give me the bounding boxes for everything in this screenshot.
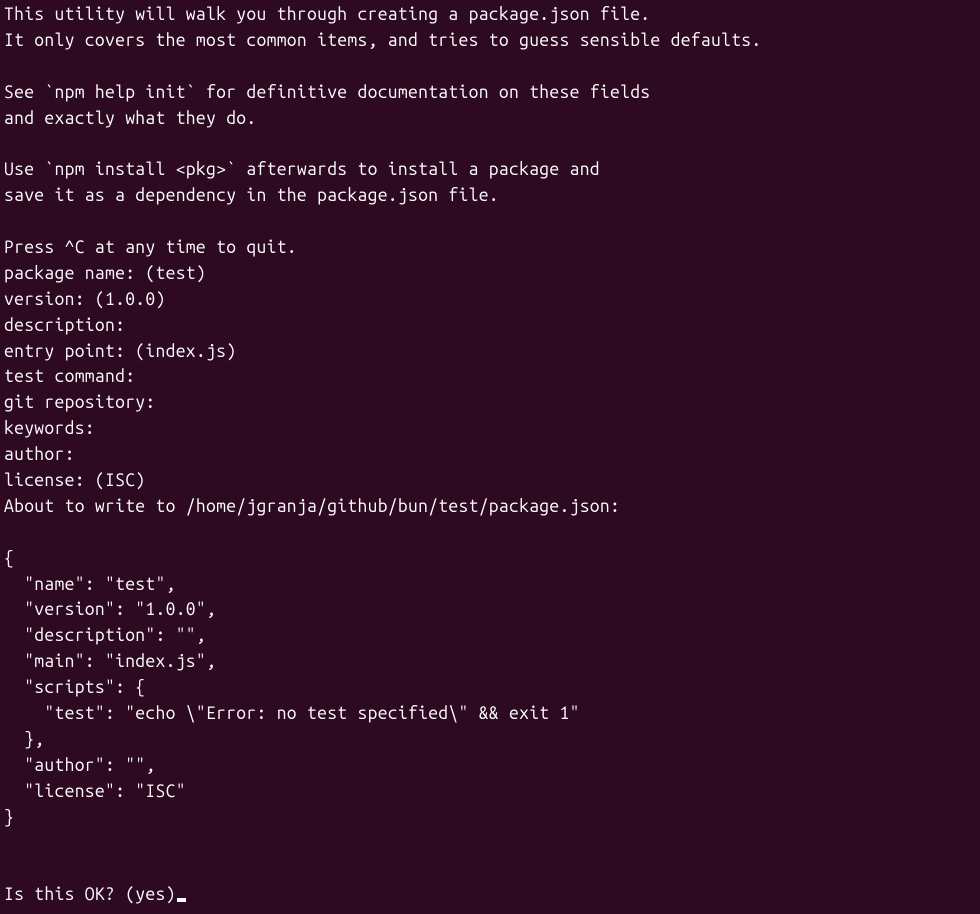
json-description: "description": "",: [4, 626, 206, 645]
intro-line: This utility will walk you through creat…: [4, 5, 650, 24]
json-scripts-close: },: [4, 730, 44, 749]
about-to-write: About to write to /home/jgranja/github/b…: [4, 497, 620, 516]
prompt-test-command: test command:: [4, 367, 135, 386]
intro-line: See `npm help init` for definitive docum…: [4, 83, 650, 102]
prompt-keywords: keywords:: [4, 419, 95, 438]
terminal-output[interactable]: This utility will walk you through creat…: [4, 2, 976, 908]
json-name: "name": "test",: [4, 575, 176, 594]
intro-line: Press ^C at any time to quit.: [4, 238, 297, 257]
json-open: {: [4, 549, 14, 568]
prompt-entry-point: entry point: (index.js): [4, 342, 236, 361]
intro-line: and exactly what they do.: [4, 109, 257, 128]
json-scripts-open: "scripts": {: [4, 678, 145, 697]
intro-line: It only covers the most common items, an…: [4, 31, 762, 50]
json-test: "test": "echo \"Error: no test specified…: [4, 704, 580, 723]
json-main: "main": "index.js",: [4, 652, 216, 671]
prompt-git-repository: git repository:: [4, 393, 156, 412]
json-version: "version": "1.0.0",: [4, 600, 216, 619]
cursor: [177, 898, 186, 902]
prompt-description: description:: [4, 316, 125, 335]
prompt-license: license: (ISC): [4, 471, 145, 490]
json-license: "license": "ISC": [4, 782, 186, 801]
confirm-prompt[interactable]: Is this OK? (yes): [4, 885, 176, 904]
prompt-version: version: (1.0.0): [4, 290, 166, 309]
json-close: }: [4, 808, 14, 827]
prompt-author: author:: [4, 445, 75, 464]
json-author: "author": "",: [4, 756, 156, 775]
prompt-package-name: package name: (test): [4, 264, 206, 283]
intro-line: Use `npm install <pkg>` afterwards to in…: [4, 160, 600, 179]
intro-line: save it as a dependency in the package.j…: [4, 186, 499, 205]
